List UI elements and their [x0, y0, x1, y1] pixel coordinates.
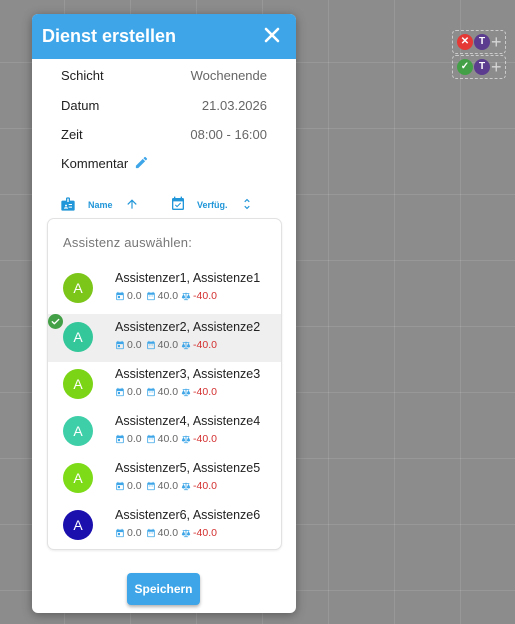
- balance-icon: [181, 434, 191, 444]
- dialog-title: Dienst erstellen: [42, 26, 177, 46]
- target-hours: 40.0: [157, 480, 179, 492]
- create-shift-dialog: Dienst erstellen Schicht Wochenende Datu…: [32, 14, 296, 613]
- planned-hours: 0.0: [127, 433, 142, 445]
- time-label: Zeit: [61, 127, 83, 142]
- contact-card-icon: [60, 196, 76, 212]
- add-icon[interactable]: +: [491, 56, 502, 78]
- target-hours: 40.0: [157, 433, 179, 445]
- list-item[interactable]: A Assistenzer1, Assistenze1 0.0 40.0 -40.0: [48, 265, 281, 313]
- balance-hours: -40.0: [193, 290, 217, 302]
- shift-widget-accepted[interactable]: ✓ T +: [452, 55, 506, 79]
- avatar: A: [63, 369, 93, 399]
- accepted-status-icon: ✓: [457, 59, 473, 75]
- assistant-name: Assistenzer4, Assistenze4: [115, 414, 261, 428]
- assistant-stats: 0.0 40.0 -40.0: [115, 527, 217, 539]
- balance-icon: [181, 387, 191, 397]
- unfold-more-icon[interactable]: [240, 196, 254, 212]
- date-label: Datum: [61, 98, 100, 113]
- calendar-icon: [115, 291, 125, 301]
- close-icon[interactable]: [260, 23, 284, 47]
- assistant-stats: 0.0 40.0 -40.0: [115, 339, 217, 351]
- avatar: A: [63, 322, 93, 352]
- time-row: Zeit 08:00 - 16:00: [61, 124, 267, 144]
- comment-row: Kommentar: [61, 153, 267, 173]
- calendar-check-icon: [170, 196, 186, 212]
- assistant-name: Assistenzer2, Assistenze2: [115, 320, 261, 334]
- assistant-list: Assistenz auswählen: A Assistenzer1, Assi…: [47, 218, 282, 550]
- list-item[interactable]: A Assistenzer4, Assistenze4 0.0 40.0 -40.0: [48, 408, 281, 456]
- time-value: 08:00 - 16:00: [190, 127, 267, 142]
- shift-type-value: Wochenende: [190, 68, 267, 83]
- assistant-name: Assistenzer3, Assistenze3: [115, 367, 261, 381]
- calendar-month-icon: [146, 481, 156, 491]
- pencil-icon[interactable]: [134, 155, 149, 170]
- sort-by-availability-button[interactable]: Verfüg.: [197, 200, 228, 210]
- target-hours: 40.0: [157, 290, 179, 302]
- sort-bar: Name Verfüg.: [60, 196, 270, 216]
- avatar: A: [63, 510, 93, 540]
- balance-hours: -40.0: [193, 433, 217, 445]
- calendar-icon: [115, 528, 125, 538]
- shift-widget-declined[interactable]: ✕ T +: [452, 30, 506, 54]
- balance-hours: -40.0: [193, 339, 217, 351]
- balance-hours: -40.0: [193, 480, 217, 492]
- planned-hours: 0.0: [127, 527, 142, 539]
- avatar: A: [63, 416, 93, 446]
- planned-hours: 0.0: [127, 339, 142, 351]
- target-hours: 40.0: [157, 527, 179, 539]
- assistant-name: Assistenzer1, Assistenze1: [115, 271, 261, 285]
- assistant-stats: 0.0 40.0 -40.0: [115, 480, 217, 492]
- assistant-stats: 0.0 40.0 -40.0: [115, 290, 217, 302]
- planned-hours: 0.0: [127, 480, 142, 492]
- check-icon: [48, 314, 63, 329]
- calendar-month-icon: [146, 528, 156, 538]
- list-item[interactable]: A Assistenzer3, Assistenze3 0.0 40.0 -40.0: [48, 361, 281, 409]
- balance-icon: [181, 291, 191, 301]
- avatar: A: [63, 463, 93, 493]
- declined-status-icon: ✕: [457, 34, 473, 50]
- calendar-icon: [115, 434, 125, 444]
- save-button[interactable]: Speichern: [127, 573, 200, 605]
- balance-hours: -40.0: [193, 386, 217, 398]
- balance-icon: [181, 481, 191, 491]
- assistant-stats: 0.0 40.0 -40.0: [115, 386, 217, 398]
- calendar-month-icon: [146, 434, 156, 444]
- list-item[interactable]: A Assistenzer6, Assistenze6 0.0 40.0 -40.0: [48, 502, 281, 549]
- assistant-name: Assistenzer6, Assistenze6: [115, 508, 261, 522]
- planned-hours: 0.0: [127, 290, 142, 302]
- arrow-up-icon[interactable]: [125, 196, 139, 212]
- planned-hours: 0.0: [127, 386, 142, 398]
- target-hours: 40.0: [157, 386, 179, 398]
- date-row: Datum 21.03.2026: [61, 95, 267, 115]
- list-header: Assistenz auswählen:: [63, 235, 193, 250]
- calendar-icon: [115, 340, 125, 350]
- add-icon[interactable]: +: [491, 31, 502, 53]
- target-hours: 40.0: [157, 339, 179, 351]
- shift-type-row: Schicht Wochenende: [61, 65, 267, 85]
- balance-icon: [181, 340, 191, 350]
- calendar-month-icon: [146, 387, 156, 397]
- calendar-month-icon: [146, 340, 156, 350]
- balance-hours: -40.0: [193, 527, 217, 539]
- list-item[interactable]: A Assistenzer5, Assistenze5 0.0 40.0 -40.0: [48, 455, 281, 503]
- assistant-name: Assistenzer5, Assistenze5: [115, 461, 261, 475]
- sort-by-name-button[interactable]: Name: [88, 200, 113, 210]
- balance-icon: [181, 528, 191, 538]
- comment-label: Kommentar: [61, 156, 129, 171]
- dialog-header: Dienst erstellen: [32, 14, 296, 59]
- shift-type-label: Schicht: [61, 68, 104, 83]
- user-avatar[interactable]: T: [474, 59, 490, 75]
- calendar-icon: [115, 387, 125, 397]
- avatar: A: [63, 273, 93, 303]
- list-item[interactable]: A Assistenzer2, Assistenze2 0.0 40.0 -40.0: [48, 314, 281, 362]
- user-avatar[interactable]: T: [474, 34, 490, 50]
- date-value: 21.03.2026: [201, 98, 267, 113]
- calendar-month-icon: [146, 291, 156, 301]
- assistant-stats: 0.0 40.0 -40.0: [115, 433, 217, 445]
- calendar-icon: [115, 481, 125, 491]
